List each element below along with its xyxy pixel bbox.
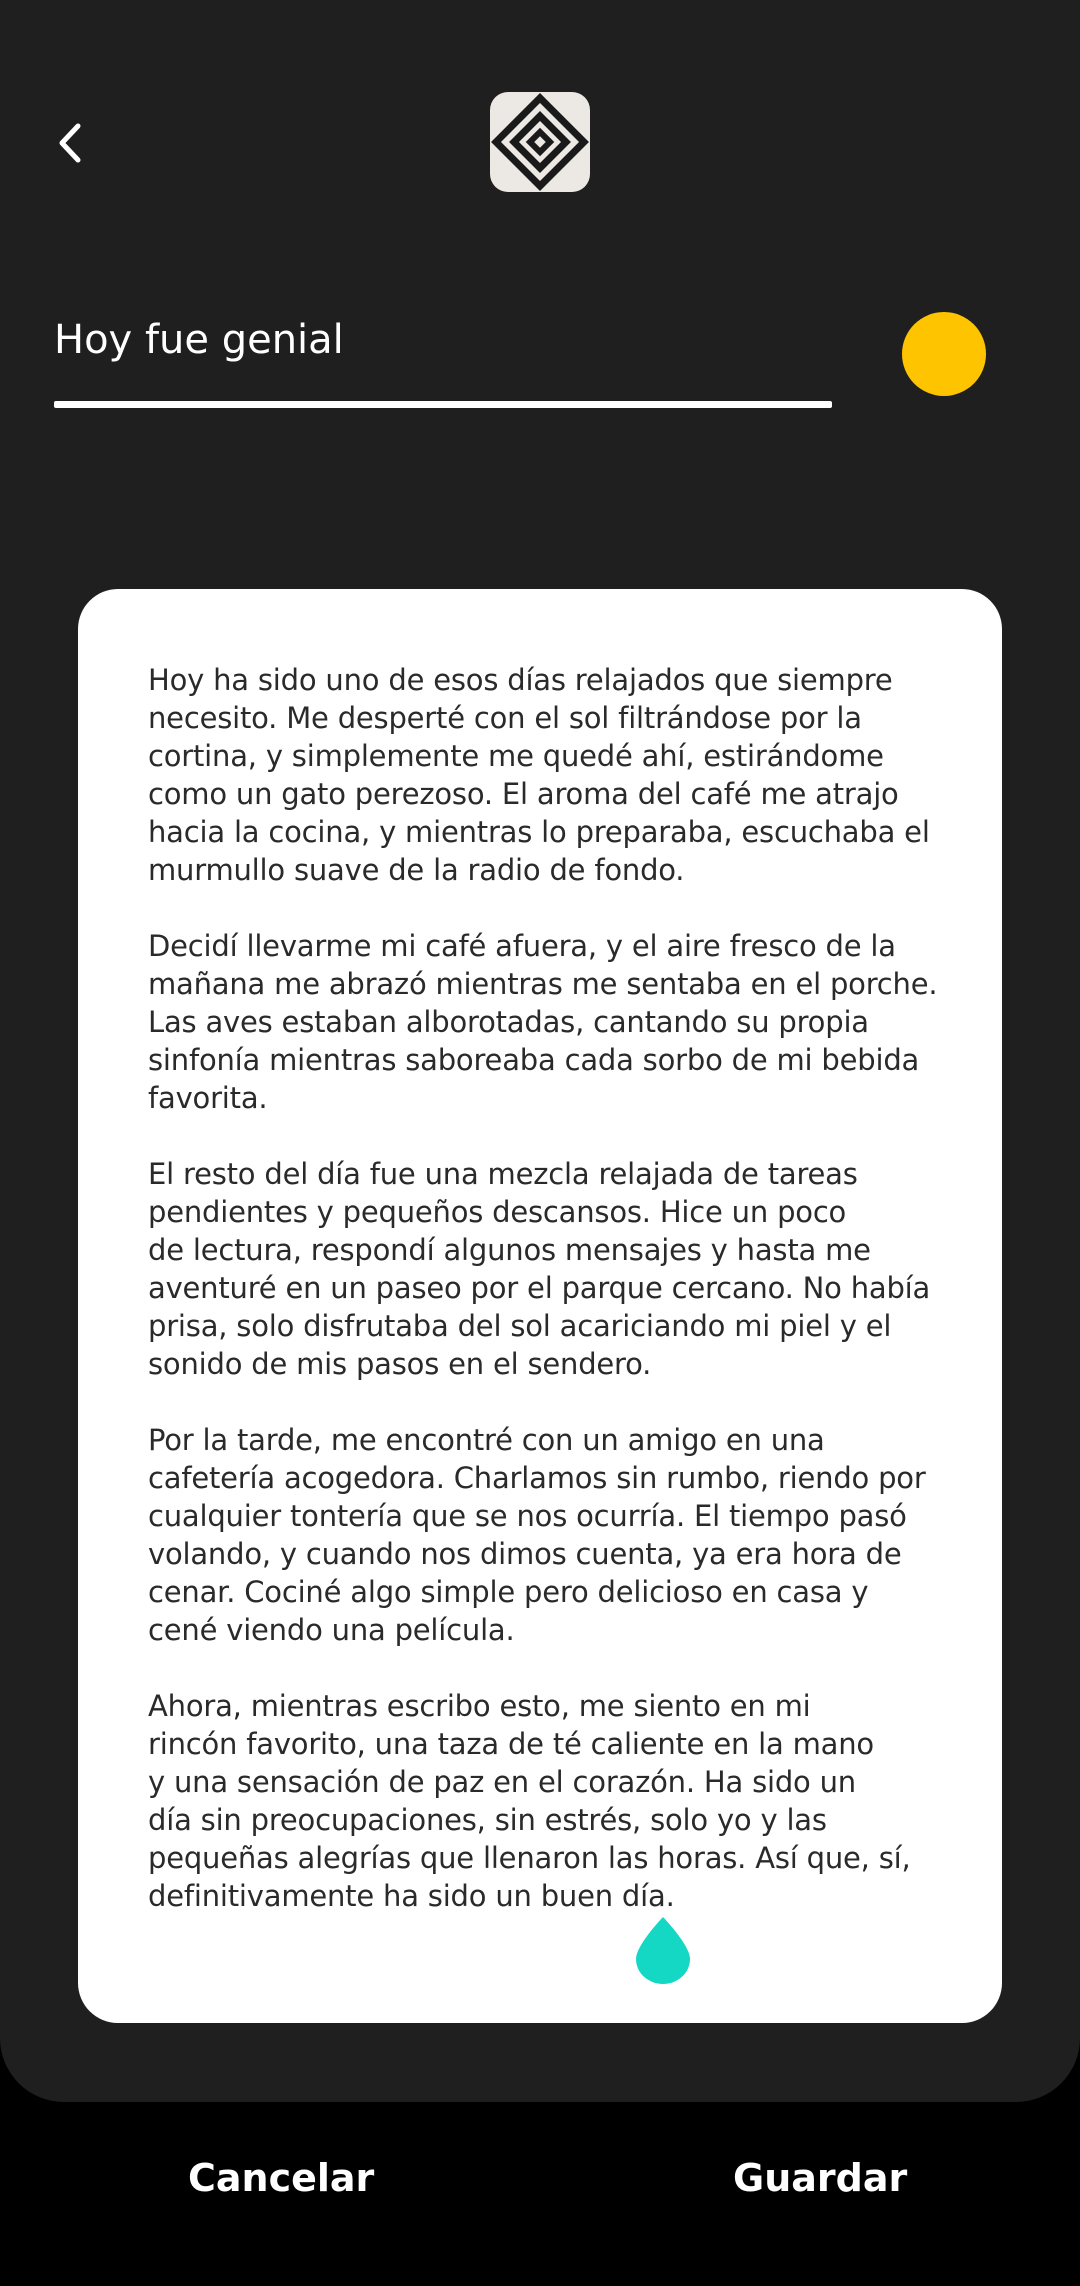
text-cursor-handle-icon[interactable]	[634, 1915, 692, 1985]
entry-title-input[interactable]: Hoy fue genial	[54, 312, 832, 368]
title-underline	[54, 401, 832, 408]
entry-body-card[interactable]: Hoy ha sido uno de esos días relajados q…	[78, 589, 1002, 2023]
back-button[interactable]	[40, 108, 100, 178]
app-logo	[490, 92, 590, 192]
mood-color-picker[interactable]	[902, 312, 986, 396]
journal-editor-screen: Hoy fue genial Hoy ha sido uno de esos d…	[0, 0, 1080, 2102]
entry-paragraph-3: El resto del día fue una mezcla relajada…	[148, 1157, 931, 1381]
chevron-left-icon	[59, 123, 81, 163]
entry-paragraph-1: Hoy ha sido uno de esos días relajados q…	[148, 663, 930, 887]
bottom-action-bar: Cancelar Guardar	[0, 2102, 1080, 2286]
entry-title-field[interactable]: Hoy fue genial	[54, 300, 832, 410]
entry-body-textarea[interactable]: Hoy ha sido uno de esos días relajados q…	[148, 661, 938, 1953]
cancel-button[interactable]: Cancelar	[188, 2156, 374, 2200]
save-button[interactable]: Guardar	[733, 2156, 907, 2200]
concentric-diamonds-logo-icon	[491, 93, 589, 191]
entry-paragraph-4: Por la tarde, me encontré con un amigo e…	[148, 1423, 926, 1647]
entry-paragraph-5: Ahora, mientras escribo esto, me siento …	[148, 1689, 911, 1913]
entry-paragraph-2: Decidí llevarme mi café afuera, y el air…	[148, 929, 938, 1115]
